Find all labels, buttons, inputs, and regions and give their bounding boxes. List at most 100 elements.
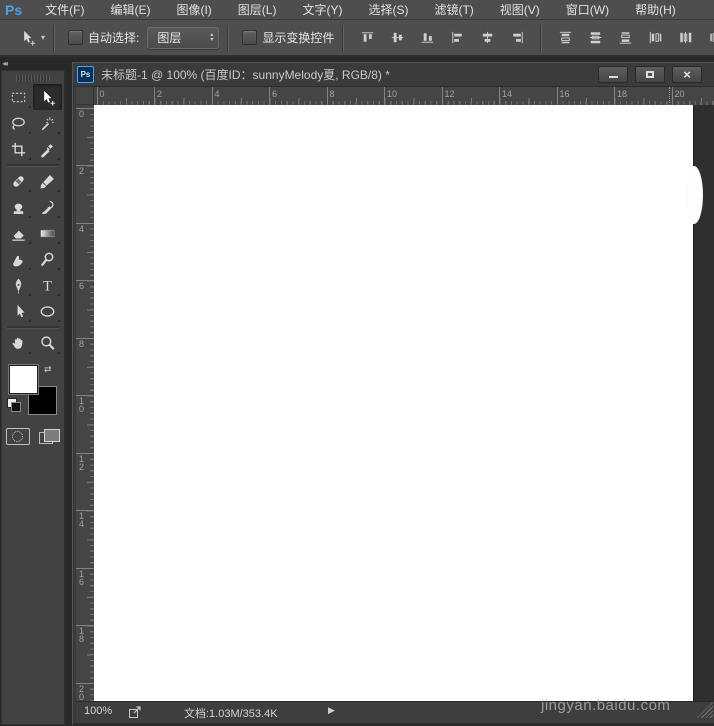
menu-item-0[interactable]: 文件(F)	[32, 1, 97, 18]
type-tool[interactable]: T	[33, 272, 62, 298]
ruler-label: 1 6	[79, 568, 85, 587]
auto-select-value: 图层	[157, 31, 182, 45]
align-bottom-edges-button[interactable]	[419, 29, 436, 46]
menu-item-9[interactable]: 帮助(H)	[622, 1, 689, 18]
align-horizontal-centers-button[interactable]	[479, 29, 496, 46]
status-flyout-arrow-icon[interactable]: ▶	[328, 705, 335, 716]
tool-group-divider	[7, 326, 59, 328]
photoshop-logo: Ps	[5, 1, 23, 18]
ruler-label: 2	[79, 166, 85, 176]
tool-preset-picker[interactable]: ▾	[18, 28, 45, 47]
collapse-panel-icon[interactable]: ◂◂	[2, 59, 8, 68]
distribute-bottom-edges-button[interactable]	[617, 29, 634, 46]
pen-tool[interactable]	[4, 272, 33, 298]
menu-items: 文件(F) 编辑(E) 图像(I) 图层(L) 文字(Y) 选择(S) 滤镜(T) 视图(V)…	[32, 1, 689, 18]
tool-group-divider	[7, 164, 59, 166]
maximize-button[interactable]	[635, 66, 665, 83]
tool-flyout-indicator	[28, 189, 31, 192]
rectangular-marquee-tool[interactable]	[4, 84, 33, 110]
align-right-edges-button[interactable]	[509, 29, 526, 46]
smudge-tool[interactable]	[4, 246, 33, 272]
zoom-level-field[interactable]: 100%	[84, 705, 112, 717]
crop-tool[interactable]	[4, 136, 33, 162]
color-swatches: ⇄	[2, 364, 64, 420]
document-tab-bar[interactable]: Ps 未标题-1 @ 100% (百度ID：sunnyMelody夏, RGB/…	[73, 63, 714, 87]
document-window: Ps 未标题-1 @ 100% (百度ID：sunnyMelody夏, RGB/…	[72, 62, 714, 726]
watermark: jingyan.baidu.com	[541, 697, 671, 714]
horizontal-ruler[interactable]: 0 2 4 6 8 10 12 14 16 18 20	[94, 87, 714, 105]
spot-healing-brush-tool[interactable]	[4, 168, 33, 194]
hand-tool[interactable]	[4, 330, 33, 356]
ruler-corner[interactable]	[76, 87, 94, 105]
close-button[interactable]: ×	[672, 66, 702, 83]
auto-select-checkbox[interactable]	[68, 30, 84, 45]
tool-flyout-indicator	[28, 351, 31, 354]
minimize-button[interactable]	[598, 66, 628, 83]
ruler-label: 0	[79, 108, 85, 119]
move-tool[interactable]	[33, 84, 62, 110]
show-transform-checkbox[interactable]	[242, 30, 258, 45]
window-controls: ×	[598, 66, 702, 83]
document-title: 未标题-1 @ 100% (百度ID：sunnyMelody夏, RGB/8) …	[101, 68, 390, 82]
distribute-left-edges-button[interactable]	[647, 29, 664, 46]
ruler-major-tick	[269, 87, 270, 105]
eyedropper-tool[interactable]	[33, 136, 62, 162]
menu-item-8[interactable]: 窗口(W)	[553, 1, 622, 18]
menu-item-6[interactable]: 滤镜(T)	[421, 1, 486, 18]
path-selection-tool[interactable]	[4, 298, 33, 324]
default-colors-icon[interactable]	[7, 398, 21, 412]
menu-item-5[interactable]: 选择(S)	[355, 1, 421, 18]
document-canvas[interactable]	[94, 105, 693, 701]
ruler-major-tick	[96, 87, 98, 105]
show-transform-label: 显示变换控件	[262, 31, 335, 45]
dodge-tool[interactable]	[33, 246, 62, 272]
tool-flyout-indicator	[57, 241, 60, 244]
panel-grip[interactable]	[16, 75, 50, 81]
menu-item-2[interactable]: 图像(I)	[163, 1, 224, 18]
ruler-label: 1 2	[79, 453, 85, 472]
menu-item-7[interactable]: 视图(V)	[487, 1, 553, 18]
brush-tool[interactable]	[33, 168, 62, 194]
distribute-horizontal-centers-button[interactable]	[677, 29, 694, 46]
ruler-label: 18	[617, 89, 628, 99]
ruler-major-tick	[441, 87, 443, 105]
tool-flyout-indicator	[28, 157, 31, 160]
tool-flyout-indicator	[28, 293, 31, 296]
auto-select-dropdown[interactable]: 图层 ▴ ▾	[147, 26, 220, 49]
tool-flyout-indicator	[57, 105, 60, 108]
ellipse-tool[interactable]	[33, 298, 62, 324]
ps-file-icon: Ps	[77, 66, 94, 83]
ruler-edge-marker	[669, 87, 670, 105]
distribute-vertical-centers-button[interactable]	[587, 29, 604, 46]
menu-bar: Ps 文件(F) 编辑(E) 图像(I) 图层(L) 文字(Y) 选择(S) 滤镜(T) 视图…	[0, 0, 714, 20]
quick-mask-mode-button[interactable]	[6, 428, 30, 445]
divider	[342, 24, 345, 51]
export-icon[interactable]	[128, 705, 142, 719]
menu-item-4[interactable]: 文字(Y)	[289, 1, 355, 18]
foreground-color-swatch[interactable]	[9, 365, 38, 394]
tool-flyout-indicator	[28, 241, 31, 244]
gradient-tool[interactable]	[33, 220, 62, 246]
screen-mode-button[interactable]	[38, 428, 60, 444]
align-top-edges-button[interactable]	[359, 29, 376, 46]
ruler-label: 6	[272, 89, 278, 99]
align-vertical-centers-button[interactable]	[389, 29, 406, 46]
eraser-tool[interactable]	[4, 220, 33, 246]
menu-item-1[interactable]: 编辑(E)	[97, 1, 163, 18]
clone-stamp-tool[interactable]	[4, 194, 33, 220]
lasso-tool[interactable]	[4, 110, 33, 136]
magic-wand-tool[interactable]	[33, 110, 62, 136]
history-brush-tool[interactable]	[33, 194, 62, 220]
window-resize-grip[interactable]	[697, 702, 713, 718]
vertical-ruler[interactable]: 0 2 4 6 8 1 0 1 2 1 4 1 6 1 8 2 0	[76, 105, 94, 701]
menu-item-3[interactable]: 图层(L)	[225, 1, 290, 18]
swap-colors-icon[interactable]: ⇄	[44, 364, 52, 375]
zoom-tool[interactable]	[33, 330, 62, 356]
distribute-top-edges-button[interactable]	[557, 29, 574, 46]
distribute-right-edges-button[interactable]	[707, 29, 714, 46]
divider	[227, 24, 230, 51]
updown-carets-icon: ▴ ▾	[210, 31, 214, 43]
ruler-label: 4	[214, 89, 220, 99]
align-left-edges-button[interactable]	[449, 29, 466, 46]
ruler-label: 0	[99, 89, 105, 99]
